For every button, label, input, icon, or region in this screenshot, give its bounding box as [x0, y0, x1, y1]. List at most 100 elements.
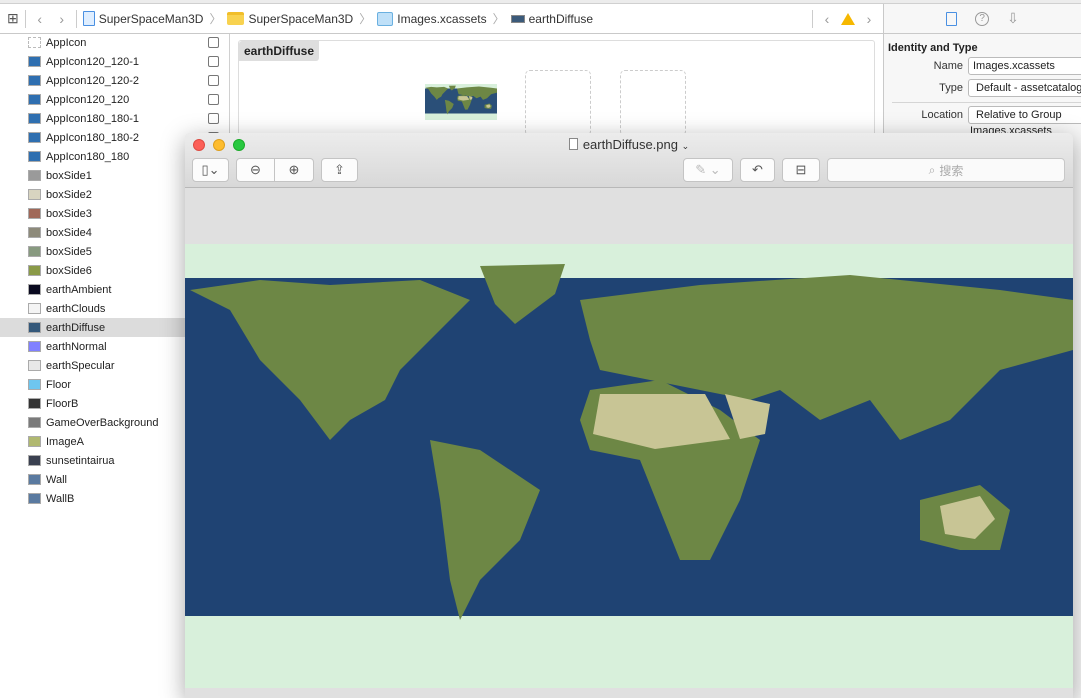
search-input[interactable]: ⌕ 搜索: [827, 158, 1065, 182]
breadcrumb-separator: 〉: [359, 12, 372, 26]
window-title-text: earthDiffuse.png: [582, 137, 678, 152]
forward-button[interactable]: ›: [54, 11, 70, 27]
related-items-icon[interactable]: ⊞: [7, 10, 19, 27]
asset-name: earthClouds: [46, 302, 106, 315]
asset-list-item[interactable]: AppIcon120_120-2: [0, 71, 229, 90]
asset-name: earthAmbient: [46, 283, 112, 296]
asset-name: GameOverBackground: [46, 416, 159, 429]
app-icon-checkbox[interactable]: [208, 75, 219, 86]
image-slot-3x[interactable]: [620, 70, 686, 136]
breadcrumb-project[interactable]: SuperSpaceMan3D: [82, 11, 204, 26]
quick-help-icon[interactable]: ?: [975, 11, 990, 26]
type-field-row: Type Default - assetcatalog: [888, 79, 1081, 97]
asset-thumbnail-icon: [28, 189, 41, 200]
asset-name: earthSpecular: [46, 359, 115, 372]
share-icon: ⇪: [334, 162, 345, 177]
breadcrumb-folder[interactable]: SuperSpaceMan3D: [227, 12, 353, 26]
app-icon-checkbox[interactable]: [208, 56, 219, 67]
jump-bar: ⊞ ‹ › SuperSpaceMan3D 〉 SuperSpaceMan3D …: [0, 4, 883, 34]
asset-thumbnail-icon: [28, 474, 41, 485]
breadcrumb-image[interactable]: earthDiffuse: [510, 11, 594, 26]
app-icon-checkbox[interactable]: [208, 37, 219, 48]
name-field-row: Name Images.xcassets: [888, 57, 1081, 75]
name-label: Name: [933, 60, 963, 72]
asset-thumbnail-icon: [28, 170, 41, 181]
breadcrumb-label: SuperSpaceMan3D: [98, 11, 204, 26]
breadcrumb-assets[interactable]: Images.xcassets: [377, 11, 487, 26]
zoom-out-button[interactable]: ⊖: [236, 158, 275, 182]
back-button[interactable]: ‹: [32, 11, 48, 27]
breadcrumb-label: earthDiffuse: [528, 11, 594, 26]
asset-thumbnail-icon: [28, 284, 41, 295]
asset-name: boxSide3: [46, 207, 92, 220]
asset-name: boxSide4: [46, 226, 92, 239]
asset-name: AppIcon180_180-1: [46, 112, 139, 125]
png-file-icon: [568, 138, 578, 150]
asset-thumbnail-icon: [28, 151, 41, 162]
zoom-in-button[interactable]: ⊕: [274, 158, 314, 182]
previous-issue-button[interactable]: ‹: [819, 11, 835, 27]
asset-list-item[interactable]: AppIcon: [0, 33, 229, 52]
asset-name: boxSide5: [46, 245, 92, 258]
chevron-down-icon: ⌄: [681, 141, 690, 151]
asset-name: WallB: [46, 492, 75, 505]
folder-icon: [227, 12, 245, 25]
earth-map-image: [185, 244, 1073, 688]
section-header: Identity and Type: [888, 42, 978, 54]
sidebar-icon: ▯⌄: [201, 162, 220, 177]
next-issue-button[interactable]: ›: [861, 11, 877, 27]
type-select[interactable]: Default - assetcatalog: [968, 79, 1081, 97]
asset-thumbnail-icon: [28, 94, 41, 105]
app-icon-checkbox[interactable]: [208, 94, 219, 105]
image-set-icon: [510, 14, 525, 23]
asset-thumbnail-icon: [28, 75, 41, 86]
asset-thumbnail-icon: [28, 455, 41, 466]
asset-name: FloorB: [46, 397, 79, 410]
search-placeholder: 搜索: [939, 163, 964, 178]
asset-list-item[interactable]: AppIcon180_180-1: [0, 109, 229, 128]
sidebar-toggle-button[interactable]: ▯⌄: [192, 158, 229, 182]
preview-window: earthDiffuse.png ⌄ ▯⌄ ⊖ ⊕ ⇪ ✎ ⌄ ↶ ⊟ ⌕ 搜索: [185, 133, 1073, 698]
north-america: [425, 86, 449, 100]
image-set-title: earthDiffuse: [239, 41, 320, 61]
inspector-tabs: ? ⇩: [884, 4, 1081, 34]
asset-list-item[interactable]: AppIcon120_120-1: [0, 52, 229, 71]
asset-thumbnail-icon: [28, 493, 41, 504]
file-inspector-icon[interactable]: [946, 11, 958, 26]
breadcrumb-separator: 〉: [492, 12, 505, 26]
asset-thumbnail-icon: [28, 398, 41, 409]
window-title[interactable]: earthDiffuse.png ⌄: [185, 137, 1073, 152]
asset-thumbnail-icon: [28, 417, 41, 428]
asset-name: Floor: [46, 378, 72, 391]
asset-thumbnail-icon: [28, 246, 41, 257]
asset-thumbnail-icon: [28, 37, 41, 48]
image-slot-1x[interactable]: [425, 84, 497, 120]
name-field[interactable]: Images.xcassets: [968, 57, 1081, 75]
asset-thumbnail-icon: [28, 265, 41, 276]
toolbox-icon: ⊟: [795, 162, 807, 177]
asset-name: AppIcon120_120: [46, 93, 130, 106]
asset-list-item[interactable]: AppIcon120_120: [0, 90, 229, 109]
asset-thumbnail-icon: [28, 56, 41, 67]
image-set-editor: earthDiffuse: [238, 40, 875, 140]
divider: [75, 9, 77, 28]
location-label: Location: [921, 109, 963, 121]
image-slot-2x[interactable]: [525, 70, 591, 136]
markup-button[interactable]: ✎ ⌄: [683, 158, 733, 182]
location-select[interactable]: Relative to Group: [968, 106, 1081, 124]
asset-thumbnail-icon: [28, 208, 41, 219]
app-icon-checkbox[interactable]: [208, 113, 219, 124]
breadcrumb-label: SuperSpaceMan3D: [248, 11, 354, 26]
asset-name: AppIcon120_120-1: [46, 55, 139, 68]
asset-name: AppIcon180_180: [46, 150, 130, 163]
pen-icon: ✎ ⌄: [695, 162, 721, 177]
breadcrumb-label: Images.xcassets: [397, 11, 487, 26]
share-button[interactable]: ⇪: [321, 158, 358, 182]
warning-icon[interactable]: [841, 13, 855, 25]
asset-name: ImageA: [46, 435, 84, 448]
toolbox-button[interactable]: ⊟: [782, 158, 820, 182]
attributes-inspector-icon[interactable]: ⇩: [1007, 10, 1019, 27]
rotate-icon: ↶: [752, 162, 763, 177]
rotate-button[interactable]: ↶: [740, 158, 775, 182]
asset-thumbnail-icon: [28, 341, 41, 352]
